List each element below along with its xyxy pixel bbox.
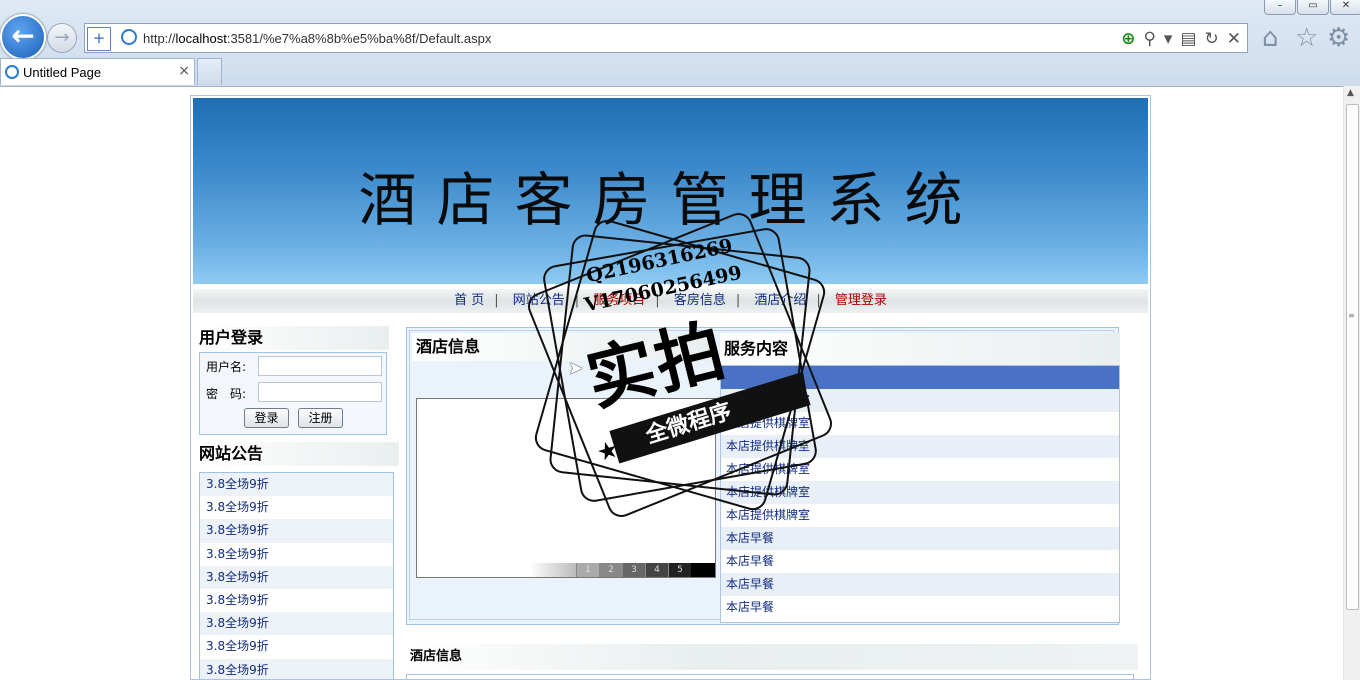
nav-home[interactable]: 首 页 bbox=[454, 293, 484, 308]
main-nav: 首 页 | 网站公告 | 服务项目 | 客房信息 | 酒店介绍 | 管理登录 bbox=[193, 289, 1148, 313]
browser-chrome: – ▭ ✕ ← → + http://localhost:3581/%e7%a8… bbox=[0, 0, 1360, 87]
notice-title: 网站公告 bbox=[197, 442, 399, 466]
tab-close-icon[interactable]: × bbox=[178, 63, 190, 79]
service-item[interactable]: 本店早餐 bbox=[721, 527, 1119, 550]
address-tools: ⊕ ⚲ ▾ ▤ ↻ ✕ bbox=[1121, 28, 1241, 50]
nav-intro[interactable]: 酒店介绍 bbox=[754, 293, 806, 308]
bottom-hotel-info-title: 酒店信息 bbox=[406, 644, 1138, 670]
home-icon[interactable]: ⌂ bbox=[1262, 23, 1279, 53]
scroll-thumb[interactable] bbox=[1346, 104, 1359, 610]
hotel-info-panel: 酒店信息 1 2 3 4 5 服务内容 本店提供棋牌室 本店提供棋牌室 本店提供… bbox=[406, 327, 1120, 625]
login-box: 用户登录 用户名: 密 码: 登录 注册 bbox=[197, 326, 389, 436]
compatibility-view-icon[interactable]: + bbox=[87, 27, 111, 51]
service-item[interactable]: 本店早餐 bbox=[721, 573, 1119, 596]
slideshow-pager: 1 2 3 4 5 bbox=[530, 563, 715, 577]
login-panel: 用户名: 密 码: 登录 注册 bbox=[199, 352, 387, 435]
notice-list: 3.8全场9折 3.8全场9折 3.8全场9折 3.8全场9折 3.8全场9折 … bbox=[199, 472, 394, 679]
service-item[interactable]: 本店提供棋牌室 bbox=[721, 412, 1119, 435]
hotel-info-inner: 酒店信息 1 2 3 4 5 服务内容 本店提供棋牌室 本店提供棋牌室 本店提供… bbox=[409, 330, 1120, 623]
favorites-star-icon[interactable]: ☆ bbox=[1295, 23, 1318, 53]
nav-admin-login[interactable]: 管理登录 bbox=[835, 293, 887, 308]
service-item[interactable]: 本店提供棋牌室 bbox=[721, 435, 1119, 458]
minimize-button[interactable]: – bbox=[1264, 0, 1296, 15]
search-icon[interactable]: ⚲ bbox=[1143, 29, 1155, 49]
ie-page-icon bbox=[121, 29, 137, 45]
service-item[interactable]: 本店提供棋牌室 bbox=[721, 504, 1119, 527]
register-button[interactable]: 注册 bbox=[298, 408, 343, 428]
notice-item[interactable]: 3.8全场9折 bbox=[200, 473, 393, 497]
notice-item[interactable]: 3.8全场9折 bbox=[200, 612, 393, 636]
refresh-icon[interactable]: ↻ bbox=[1205, 29, 1219, 49]
notice-item[interactable]: 3.8全场9折 bbox=[200, 589, 393, 612]
password-input[interactable] bbox=[258, 382, 382, 402]
nav-notice[interactable]: 网站公告 bbox=[513, 293, 565, 308]
back-button[interactable]: ← bbox=[0, 14, 46, 60]
browser-tab[interactable]: Untitled Page × bbox=[0, 58, 195, 85]
service-item[interactable]: 本店提供棋牌室 bbox=[721, 481, 1119, 504]
password-label: 密 码: bbox=[206, 387, 247, 401]
slide-page-button[interactable]: 5 bbox=[668, 563, 691, 577]
services-header-row bbox=[721, 366, 1119, 389]
notice-item[interactable]: 3.8全场9折 bbox=[200, 519, 393, 543]
login-title: 用户登录 bbox=[197, 326, 389, 350]
hotel-slideshow: 1 2 3 4 5 bbox=[416, 398, 716, 578]
notice-item[interactable]: 3.8全场9折 bbox=[200, 658, 393, 679]
service-item[interactable]: 本店提供棋牌室 bbox=[721, 458, 1119, 481]
service-item[interactable]: 本店早餐 bbox=[721, 596, 1119, 619]
vertical-scrollbar[interactable]: ▲ ≡ bbox=[1343, 86, 1360, 680]
notice-item[interactable]: 3.8全场9折 bbox=[200, 565, 393, 589]
arrow-left-icon: ← bbox=[11, 19, 35, 52]
site-banner: 酒店客房管理系统 bbox=[193, 98, 1148, 284]
arrow-right-icon: → bbox=[54, 27, 70, 48]
username-label: 用户名: bbox=[206, 360, 247, 374]
notice-item[interactable]: 3.8全场9折 bbox=[200, 635, 393, 658]
slide-page-button[interactable]: 3 bbox=[622, 563, 645, 577]
url-text[interactable]: http://localhost:3581/%e7%a8%8b%e5%ba%8f… bbox=[143, 31, 491, 46]
services-title: 服务内容 bbox=[720, 333, 1120, 365]
tab-title: Untitled Page bbox=[23, 65, 102, 80]
page-container: 酒店客房管理系统 首 页 | 网站公告 | 服务项目 | 客房信息 | 酒店介绍 | 管理… bbox=[190, 95, 1151, 680]
hotel-info-title: 酒店信息 bbox=[412, 333, 716, 361]
scroll-grip-icon: ≡ bbox=[1348, 311, 1355, 320]
services-list: 本店提供棋牌室 本店提供棋牌室 本店提供棋牌室 本店提供棋牌室 本店提供棋牌室 … bbox=[720, 365, 1120, 623]
service-item[interactable]: 本店早餐 bbox=[721, 550, 1119, 573]
add-search-icon[interactable]: ⊕ bbox=[1121, 29, 1135, 49]
close-window-button[interactable]: ✕ bbox=[1330, 0, 1360, 15]
notice-item[interactable]: 3.8全场9折 bbox=[200, 496, 393, 519]
scroll-up-icon[interactable]: ▲ bbox=[1347, 88, 1354, 98]
new-tab-button[interactable] bbox=[197, 58, 222, 85]
slide-page-button[interactable]: 1 bbox=[576, 563, 599, 577]
gear-icon[interactable]: ⚙ bbox=[1327, 23, 1350, 53]
nav-services[interactable]: 服务项目 bbox=[593, 293, 645, 308]
restore-button[interactable]: ▭ bbox=[1297, 0, 1329, 15]
nav-rooms[interactable]: 客房信息 bbox=[674, 293, 726, 308]
mouse-cursor-icon: ➤ bbox=[568, 358, 584, 379]
chevron-down-icon[interactable]: ▾ bbox=[1164, 29, 1173, 49]
bottom-panel-edge bbox=[406, 674, 1134, 679]
service-item[interactable]: 本店提供棋牌室 bbox=[721, 389, 1119, 412]
site-title: 酒店客房管理系统 bbox=[358, 166, 983, 234]
ie-tab-icon bbox=[5, 65, 19, 79]
notice-box: 网站公告 3.8全场9折 3.8全场9折 3.8全场9折 3.8全场9折 3.8… bbox=[197, 442, 403, 679]
broken-page-icon[interactable]: ▤ bbox=[1180, 29, 1196, 49]
slide-page-button[interactable]: 4 bbox=[645, 563, 668, 577]
login-button[interactable]: 登录 bbox=[244, 408, 289, 428]
slide-page-button[interactable]: 2 bbox=[599, 563, 622, 577]
stop-icon[interactable]: ✕ bbox=[1227, 29, 1241, 49]
forward-button[interactable]: → bbox=[47, 23, 77, 53]
username-input[interactable] bbox=[258, 356, 382, 376]
notice-item[interactable]: 3.8全场9折 bbox=[200, 543, 393, 566]
address-bar[interactable]: + http://localhost:3581/%e7%a8%8b%e5%ba%… bbox=[84, 23, 1248, 53]
